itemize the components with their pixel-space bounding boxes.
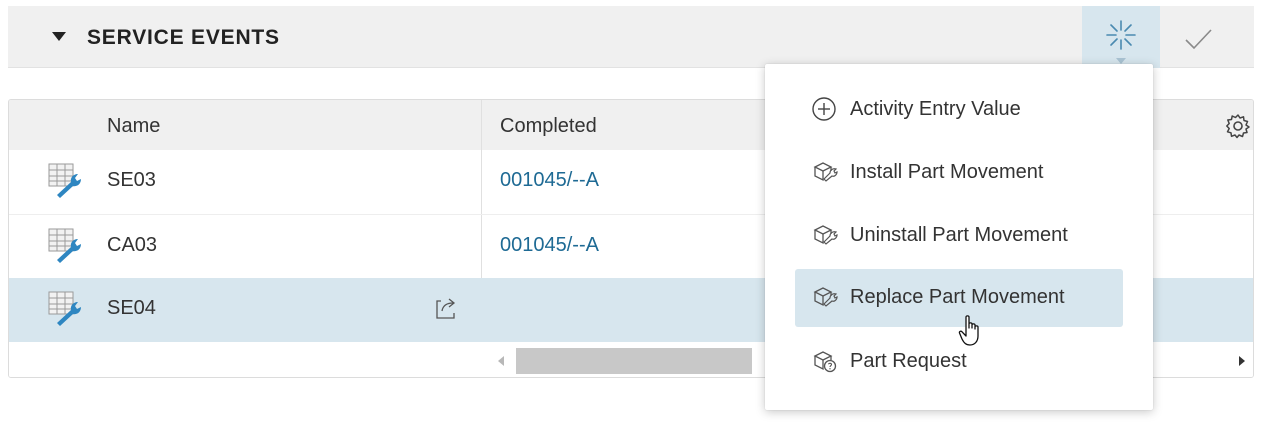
menu-item-activity-entry-value[interactable]: Activity Entry Value (795, 81, 1123, 139)
menu-item-install-part-movement[interactable]: Install Part Movement (795, 144, 1123, 202)
menu-item-label: Activity Entry Value (850, 98, 1021, 120)
scroll-right-arrow-icon[interactable] (1239, 356, 1245, 366)
collapse-triangle-icon[interactable] (52, 32, 66, 41)
part-movement-icon (813, 162, 838, 182)
row-name: SE03 (107, 169, 156, 191)
open-external-icon[interactable] (433, 294, 461, 322)
scroll-left-arrow-icon[interactable] (498, 356, 504, 366)
scrollbar-thumb[interactable] (516, 348, 752, 374)
row-name: SE04 (107, 297, 156, 319)
menu-item-label: Install Part Movement (850, 161, 1044, 183)
row-name: CA03 (107, 234, 158, 256)
menu-item-label: Uninstall Part Movement (850, 224, 1068, 246)
new-action-menu: Activity Entry Value Install Part Moveme… (765, 64, 1153, 410)
spark-icon (1106, 20, 1136, 50)
service-event-icon (48, 228, 81, 263)
done-button[interactable] (1178, 19, 1218, 59)
hand-cursor-icon (958, 315, 979, 346)
service-event-icon (48, 291, 81, 326)
menu-item-label: Replace Part Movement (850, 286, 1065, 308)
section-header: SERVICE EVENTS (8, 6, 1254, 68)
column-header-name[interactable]: Name (107, 115, 160, 138)
new-action-button[interactable] (1082, 6, 1160, 68)
checkmark-icon (1185, 29, 1212, 50)
service-event-icon (48, 163, 81, 198)
part-movement-icon (813, 225, 838, 245)
section-title[interactable]: SERVICE EVENTS (87, 26, 280, 50)
gear-icon[interactable] (1224, 112, 1252, 140)
completed-link[interactable]: 001045/--A (500, 234, 599, 257)
column-header-completed[interactable]: Completed (500, 115, 597, 138)
completed-link[interactable]: 001045/--A (500, 169, 599, 192)
part-movement-icon (813, 287, 838, 307)
menu-item-uninstall-part-movement[interactable]: Uninstall Part Movement (795, 207, 1123, 265)
plus-circle-icon (812, 97, 836, 121)
menu-item-label: Part Request (850, 350, 967, 372)
part-request-icon (813, 351, 837, 373)
